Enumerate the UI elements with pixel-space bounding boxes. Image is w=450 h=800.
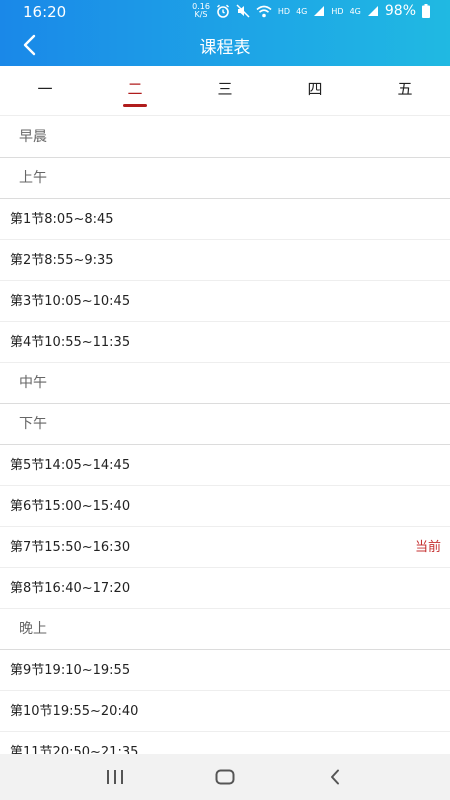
period-row-8[interactable]: 第8节16:40~17:20 bbox=[0, 568, 450, 609]
period-row-1[interactable]: 第1节8:05~8:45 bbox=[0, 199, 450, 240]
period-label: 第9节19:10~19:55 bbox=[10, 663, 131, 678]
home-button[interactable] bbox=[201, 757, 249, 797]
alarm-icon bbox=[216, 4, 229, 18]
battery-icon bbox=[422, 4, 430, 18]
tab-friday[interactable]: 五 bbox=[360, 66, 450, 115]
period-row-5[interactable]: 第5节14:05~14:45 bbox=[0, 445, 450, 486]
schedule-list[interactable]: 早晨 上午 第1节8:05~8:45 第2节8:55~9:35 第3节10:05… bbox=[0, 117, 450, 754]
section-noon: 中午 bbox=[0, 363, 450, 404]
period-row-6[interactable]: 第6节15:00~15:40 bbox=[0, 486, 450, 527]
recent-apps-button[interactable] bbox=[91, 757, 139, 797]
system-back-button[interactable] bbox=[311, 757, 359, 797]
hd-label-2: HD bbox=[331, 6, 344, 16]
period-row-9[interactable]: 第9节19:10~19:55 bbox=[0, 650, 450, 691]
section-early-morning: 早晨 bbox=[0, 117, 450, 158]
net-speed: 0.16 K/S bbox=[192, 2, 210, 19]
nav-bar: 课程表 bbox=[0, 24, 450, 66]
signal-label-2: 4G bbox=[349, 6, 361, 16]
period-label: 第3节10:05~10:45 bbox=[10, 294, 131, 309]
period-label: 第6节15:00~15:40 bbox=[10, 499, 131, 514]
section-evening: 晚上 bbox=[0, 609, 450, 650]
recent-apps-icon bbox=[107, 770, 123, 784]
period-row-3[interactable]: 第3节10:05~10:45 bbox=[0, 281, 450, 322]
period-label: 第2节8:55~9:35 bbox=[10, 253, 114, 268]
page-title: 课程表 bbox=[199, 38, 251, 58]
period-label: 第8节16:40~17:20 bbox=[10, 581, 131, 596]
weekday-tabs: 一 二 三 四 五 bbox=[0, 66, 450, 116]
tab-thursday[interactable]: 四 bbox=[270, 66, 360, 115]
status-bar: 16:20 0.16 K/S HD 4G HD 4G 98% bbox=[0, 0, 450, 24]
signal-label-1: 4G bbox=[296, 6, 308, 16]
signal-icon-2 bbox=[367, 6, 378, 16]
period-label: 第11节20:50~21:35 bbox=[10, 745, 139, 754]
period-label: 第10节19:55~20:40 bbox=[10, 704, 139, 719]
hd-label-1: HD bbox=[277, 6, 291, 16]
wifi-icon bbox=[256, 5, 272, 17]
period-label: 第5节14:05~14:45 bbox=[10, 458, 131, 473]
current-period-badge: 当前 bbox=[414, 540, 441, 555]
tab-wednesday[interactable]: 三 bbox=[180, 66, 270, 115]
section-afternoon: 下午 bbox=[0, 404, 450, 445]
tab-monday[interactable]: 一 bbox=[0, 66, 90, 115]
status-icons: 0.16 K/S HD 4G HD 4G 98% bbox=[192, 3, 430, 19]
section-morning: 上午 bbox=[0, 158, 450, 199]
period-row-4[interactable]: 第4节10:55~11:35 bbox=[0, 322, 450, 363]
home-icon bbox=[215, 769, 235, 785]
mute-icon bbox=[236, 4, 250, 18]
system-nav-bar bbox=[0, 754, 450, 800]
period-label: 第1节8:05~8:45 bbox=[10, 212, 114, 227]
signal-icon-1 bbox=[314, 6, 325, 16]
back-arrow-icon bbox=[331, 769, 339, 785]
battery-percent: 98% bbox=[384, 3, 416, 19]
tab-tuesday[interactable]: 二 bbox=[90, 66, 180, 115]
period-row-7[interactable]: 第7节15:50~16:30 当前 bbox=[0, 527, 450, 568]
period-row-11[interactable]: 第11节20:50~21:35 bbox=[0, 732, 450, 754]
period-row-2[interactable]: 第2节8:55~9:35 bbox=[0, 240, 450, 281]
period-row-10[interactable]: 第10节19:55~20:40 bbox=[0, 691, 450, 732]
period-label: 第7节15:50~16:30 bbox=[10, 540, 131, 555]
period-label: 第4节10:55~11:35 bbox=[10, 335, 131, 350]
status-time: 16:20 bbox=[23, 3, 67, 21]
app-header: 16:20 0.16 K/S HD 4G HD 4G 98% 课程表 bbox=[0, 0, 450, 66]
